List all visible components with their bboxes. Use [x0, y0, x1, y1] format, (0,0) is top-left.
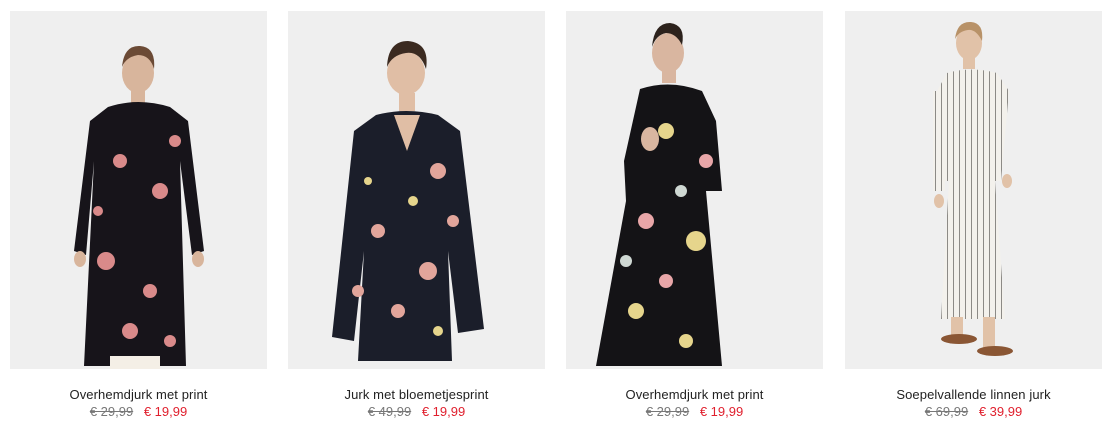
- sale-price: € 19,99: [143, 404, 188, 419]
- product-photo-illustration: [845, 11, 1102, 369]
- sale-price: € 19,99: [699, 404, 744, 419]
- product-name[interactable]: Jurk met bloemetjesprint: [288, 387, 545, 402]
- sale-price: € 39,99: [978, 404, 1023, 419]
- product-image[interactable]: [566, 11, 823, 369]
- product-image[interactable]: [845, 11, 1102, 369]
- product-price: € 49,99 € 19,99: [288, 404, 545, 419]
- product-photo-illustration: [10, 11, 267, 369]
- product-image[interactable]: [288, 11, 545, 369]
- product-price: € 69,99 € 39,99: [845, 404, 1102, 419]
- old-price: € 69,99: [924, 404, 969, 419]
- product-card[interactable]: Overhemdjurk met print € 29,99 € 19,99: [10, 11, 267, 421]
- old-price: € 29,99: [89, 404, 134, 419]
- product-card[interactable]: Overhemdjurk met print € 29,99 € 19,99: [566, 11, 823, 421]
- product-card[interactable]: Jurk met bloemetjesprint € 49,99 € 19,99: [288, 11, 545, 421]
- product-price: € 29,99 € 19,99: [566, 404, 823, 419]
- product-price: € 29,99 € 19,99: [10, 404, 267, 419]
- product-photo-illustration: [566, 11, 823, 369]
- product-name[interactable]: Overhemdjurk met print: [566, 387, 823, 402]
- old-price: € 29,99: [645, 404, 690, 419]
- product-photo-illustration: [288, 11, 545, 369]
- product-grid: Overhemdjurk met print € 29,99 € 19,99 J…: [0, 0, 1117, 426]
- sale-price: € 19,99: [421, 404, 466, 419]
- product-name[interactable]: Soepelvallende linnen jurk: [845, 387, 1102, 402]
- product-card[interactable]: Soepelvallende linnen jurk € 69,99 € 39,…: [845, 11, 1102, 421]
- product-image[interactable]: [10, 11, 267, 369]
- old-price: € 49,99: [367, 404, 412, 419]
- product-name[interactable]: Overhemdjurk met print: [10, 387, 267, 402]
